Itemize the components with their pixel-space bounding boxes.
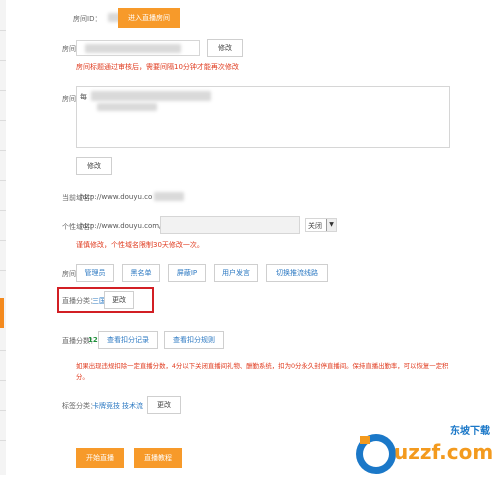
- custom-domain-select-value: 关闭: [308, 222, 322, 230]
- sidebar-divider: [0, 380, 6, 381]
- sidebar-divider: [0, 210, 6, 211]
- tag-technical[interactable]: 技术流: [122, 401, 143, 411]
- room-title-value-blurred: [85, 44, 181, 53]
- live-score-value: 12: [88, 336, 98, 344]
- custom-domain-warning: 谨慎修改，个性域名限制30天修改一次。: [76, 241, 204, 249]
- sidebar-divider: [0, 440, 6, 441]
- tags-change-button[interactable]: 更改: [147, 396, 181, 414]
- title-warning-text: 房间标题通过审核后，需要间隔10分钟才能再次修改: [76, 63, 239, 71]
- sidebar-active-indicator: [0, 298, 4, 328]
- watermark-text-bottom: uzzf.com: [394, 440, 494, 464]
- custom-domain-select[interactable]: 关闭 ▼: [305, 218, 337, 232]
- custom-domain-prefix: http://www.douyu.com/: [80, 222, 162, 230]
- start-live-button[interactable]: 开始直播: [76, 448, 124, 468]
- sidebar-divider: [0, 240, 6, 241]
- sidebar-divider: [0, 350, 6, 351]
- sidebar-divider: [0, 180, 6, 181]
- settings-user-speech-button[interactable]: 用户发言: [214, 264, 258, 282]
- settings-block-ip-button[interactable]: 屏蔽IP: [168, 264, 206, 282]
- left-sidebar-strip: [0, 0, 6, 475]
- settings-switch-stream-button[interactable]: 切换推流线路: [266, 264, 328, 282]
- room-notice-content: 每: [80, 93, 87, 101]
- sidebar-divider: [0, 270, 6, 271]
- score-warning-line-2: 分。: [76, 373, 89, 381]
- chevron-down-icon[interactable]: ▼: [326, 219, 336, 231]
- title-modify-button[interactable]: 修改: [207, 39, 243, 57]
- current-domain-blurred: [154, 192, 184, 201]
- sidebar-divider: [0, 150, 6, 151]
- watermark-text-top: 东坡下载: [450, 426, 490, 437]
- sidebar-divider: [0, 60, 6, 61]
- room-notice-blurred-2: [97, 103, 157, 111]
- watermark-logo: 东坡下载 uzzf.com: [350, 418, 500, 475]
- sidebar-divider: [0, 410, 6, 411]
- settings-blacklist-button[interactable]: 黑名单: [122, 264, 160, 282]
- sidebar-divider: [0, 120, 6, 121]
- score-warning-line-1: 如果出现违规扣除一定直播分数，4分以下关闭直播间礼物、酬勤系统，扣为0分永久封停…: [76, 362, 449, 370]
- room-notice-blurred-1: [91, 91, 211, 101]
- room-title-input[interactable]: [76, 40, 200, 56]
- live-tutorial-button[interactable]: 直播教程: [134, 448, 182, 468]
- tag-card-competition[interactable]: 卡牌竞技: [92, 401, 120, 411]
- view-deduction-rules-button[interactable]: 查看扣分规则: [164, 331, 224, 349]
- notice-modify-button[interactable]: 修改: [76, 157, 112, 175]
- custom-domain-input[interactable]: [160, 216, 300, 234]
- room-id-label: 房间ID：: [73, 15, 102, 23]
- category-change-button[interactable]: 更改: [104, 291, 134, 309]
- sidebar-divider: [0, 90, 6, 91]
- room-notice-textarea[interactable]: 每: [76, 86, 450, 148]
- view-deduction-record-button[interactable]: 查看扣分记录: [98, 331, 158, 349]
- enter-room-button[interactable]: 进入直播房间: [118, 8, 180, 28]
- settings-admin-button[interactable]: 管理员: [76, 264, 114, 282]
- sidebar-divider: [0, 30, 6, 31]
- current-domain-value: http://www.douyu.co: [80, 193, 153, 201]
